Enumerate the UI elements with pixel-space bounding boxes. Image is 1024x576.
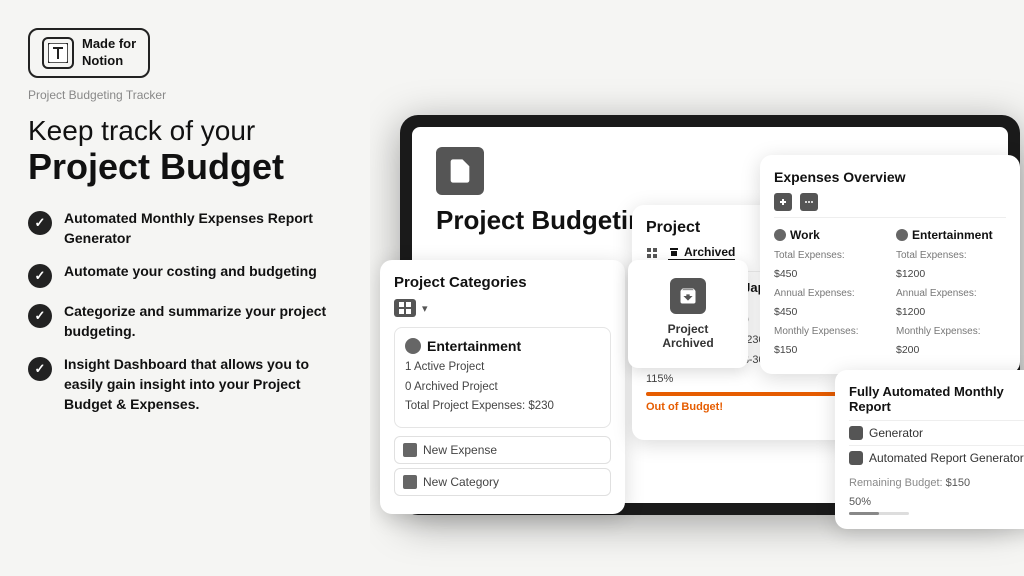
expenses-menu-btn[interactable] (800, 193, 818, 211)
feature-item-2: Automate your costing and budgeting (28, 262, 342, 288)
report-progress-fill (849, 512, 879, 515)
feature-text-3: Categorize and summarize your project bu… (64, 302, 342, 341)
auto-report-label: Automated Report Generator (869, 451, 1024, 465)
generator-icon (849, 426, 863, 440)
category-stats: 1 Active Project 0 Archived Project Tota… (405, 358, 600, 417)
work-column: Work Total Expenses: $450 Annual Expense… (774, 228, 884, 360)
new-expense-button[interactable]: New Expense (394, 436, 611, 464)
new-expense-label: New Expense (423, 443, 497, 457)
feature-item-3: Categorize and summarize your project bu… (28, 302, 342, 341)
new-expense-icon (403, 443, 417, 457)
archived-badge-label: Project Archived (648, 322, 728, 350)
feature-text-1: Automated Monthly Expenses Report Genera… (64, 209, 342, 248)
category-entertainment: Entertainment 1 Active Project 0 Archive… (394, 327, 611, 428)
left-panel: Made forNotion Project Budgeting Tracker… (0, 0, 370, 576)
expenses-card: Expenses Overview Work Total Expenses: $… (760, 155, 1020, 374)
category-name: Entertainment (427, 338, 521, 354)
entertainment-column: Entertainment Total Expenses: $1200 Annu… (896, 228, 1006, 360)
archived-projects: 0 Archived Project (405, 378, 600, 398)
notion-badge-text: Made forNotion (82, 36, 136, 70)
headline-light: Keep track of your (28, 114, 342, 148)
archived-badge: Project Archived (628, 260, 748, 368)
expenses-card-title: Expenses Overview (774, 169, 1006, 185)
new-category-label: New Category (423, 475, 499, 489)
feature-text-2: Automate your costing and budgeting (64, 262, 317, 282)
toolbar-grid-icon[interactable] (394, 299, 416, 317)
category-header: Entertainment (405, 338, 600, 354)
product-name: Project Budgeting Tracker (28, 88, 342, 102)
feature-item-4: Insight Dashboard that allows you to eas… (28, 355, 342, 414)
entertainment-col-title: Entertainment (896, 228, 1006, 242)
tab-all[interactable] (646, 245, 658, 261)
archived-icon (670, 278, 706, 314)
work-col-title: Work (774, 228, 884, 242)
check-icon-3 (28, 304, 52, 328)
work-stats: Total Expenses: $450 Annual Expenses: $4… (774, 246, 884, 360)
feature-item-1: Automated Monthly Expenses Report Genera… (28, 209, 342, 248)
expenses-add-btn[interactable] (774, 193, 792, 211)
active-projects: 1 Active Project (405, 358, 600, 378)
feature-text-4: Insight Dashboard that allows you to eas… (64, 355, 342, 414)
new-category-icon (403, 475, 417, 489)
toolbar-chevron-icon[interactable]: ▾ (422, 302, 428, 315)
page-icon (436, 147, 484, 195)
new-category-button[interactable]: New Category (394, 468, 611, 496)
headline-bold: Project Budget (28, 147, 342, 187)
report-generator-row: Generator (849, 420, 1024, 445)
notion-badge: Made forNotion (28, 28, 150, 78)
categories-toolbar: ▾ (394, 299, 611, 317)
categories-card: Project Categories ▾ Entertainment 1 Act… (380, 260, 625, 514)
check-icon-2 (28, 264, 52, 288)
categories-card-title: Project Categories (394, 274, 611, 291)
check-icon-4 (28, 357, 52, 381)
entertainment-icon (405, 338, 421, 354)
auto-report-icon (849, 451, 863, 465)
check-icon-1 (28, 211, 52, 235)
notion-logo (42, 37, 74, 69)
right-panel: Project Budgeting Trac Project Categorie… (370, 0, 1024, 576)
entertainment-col-icon (896, 229, 908, 241)
total-expenses: Total Project Expenses: $230 (405, 397, 600, 417)
features-list: Automated Monthly Expenses Report Genera… (28, 209, 342, 414)
generator-label: Generator (869, 426, 923, 440)
expenses-columns: Work Total Expenses: $450 Annual Expense… (774, 228, 1006, 360)
report-progress-bar (849, 512, 909, 515)
report-auto-row: Automated Report Generator (849, 445, 1024, 470)
expenses-toolbar (774, 193, 1006, 218)
report-card-title: Fully Automated Monthly Report (849, 384, 1024, 414)
report-detail: Remaining Budget: $150 50% (849, 470, 1024, 515)
entertainment-stats: Total Expenses: $1200 Annual Expenses: $… (896, 246, 1006, 360)
report-card: Fully Automated Monthly Report Generator… (835, 370, 1024, 529)
tab-archived[interactable]: Archived (668, 245, 735, 261)
work-icon (774, 229, 786, 241)
